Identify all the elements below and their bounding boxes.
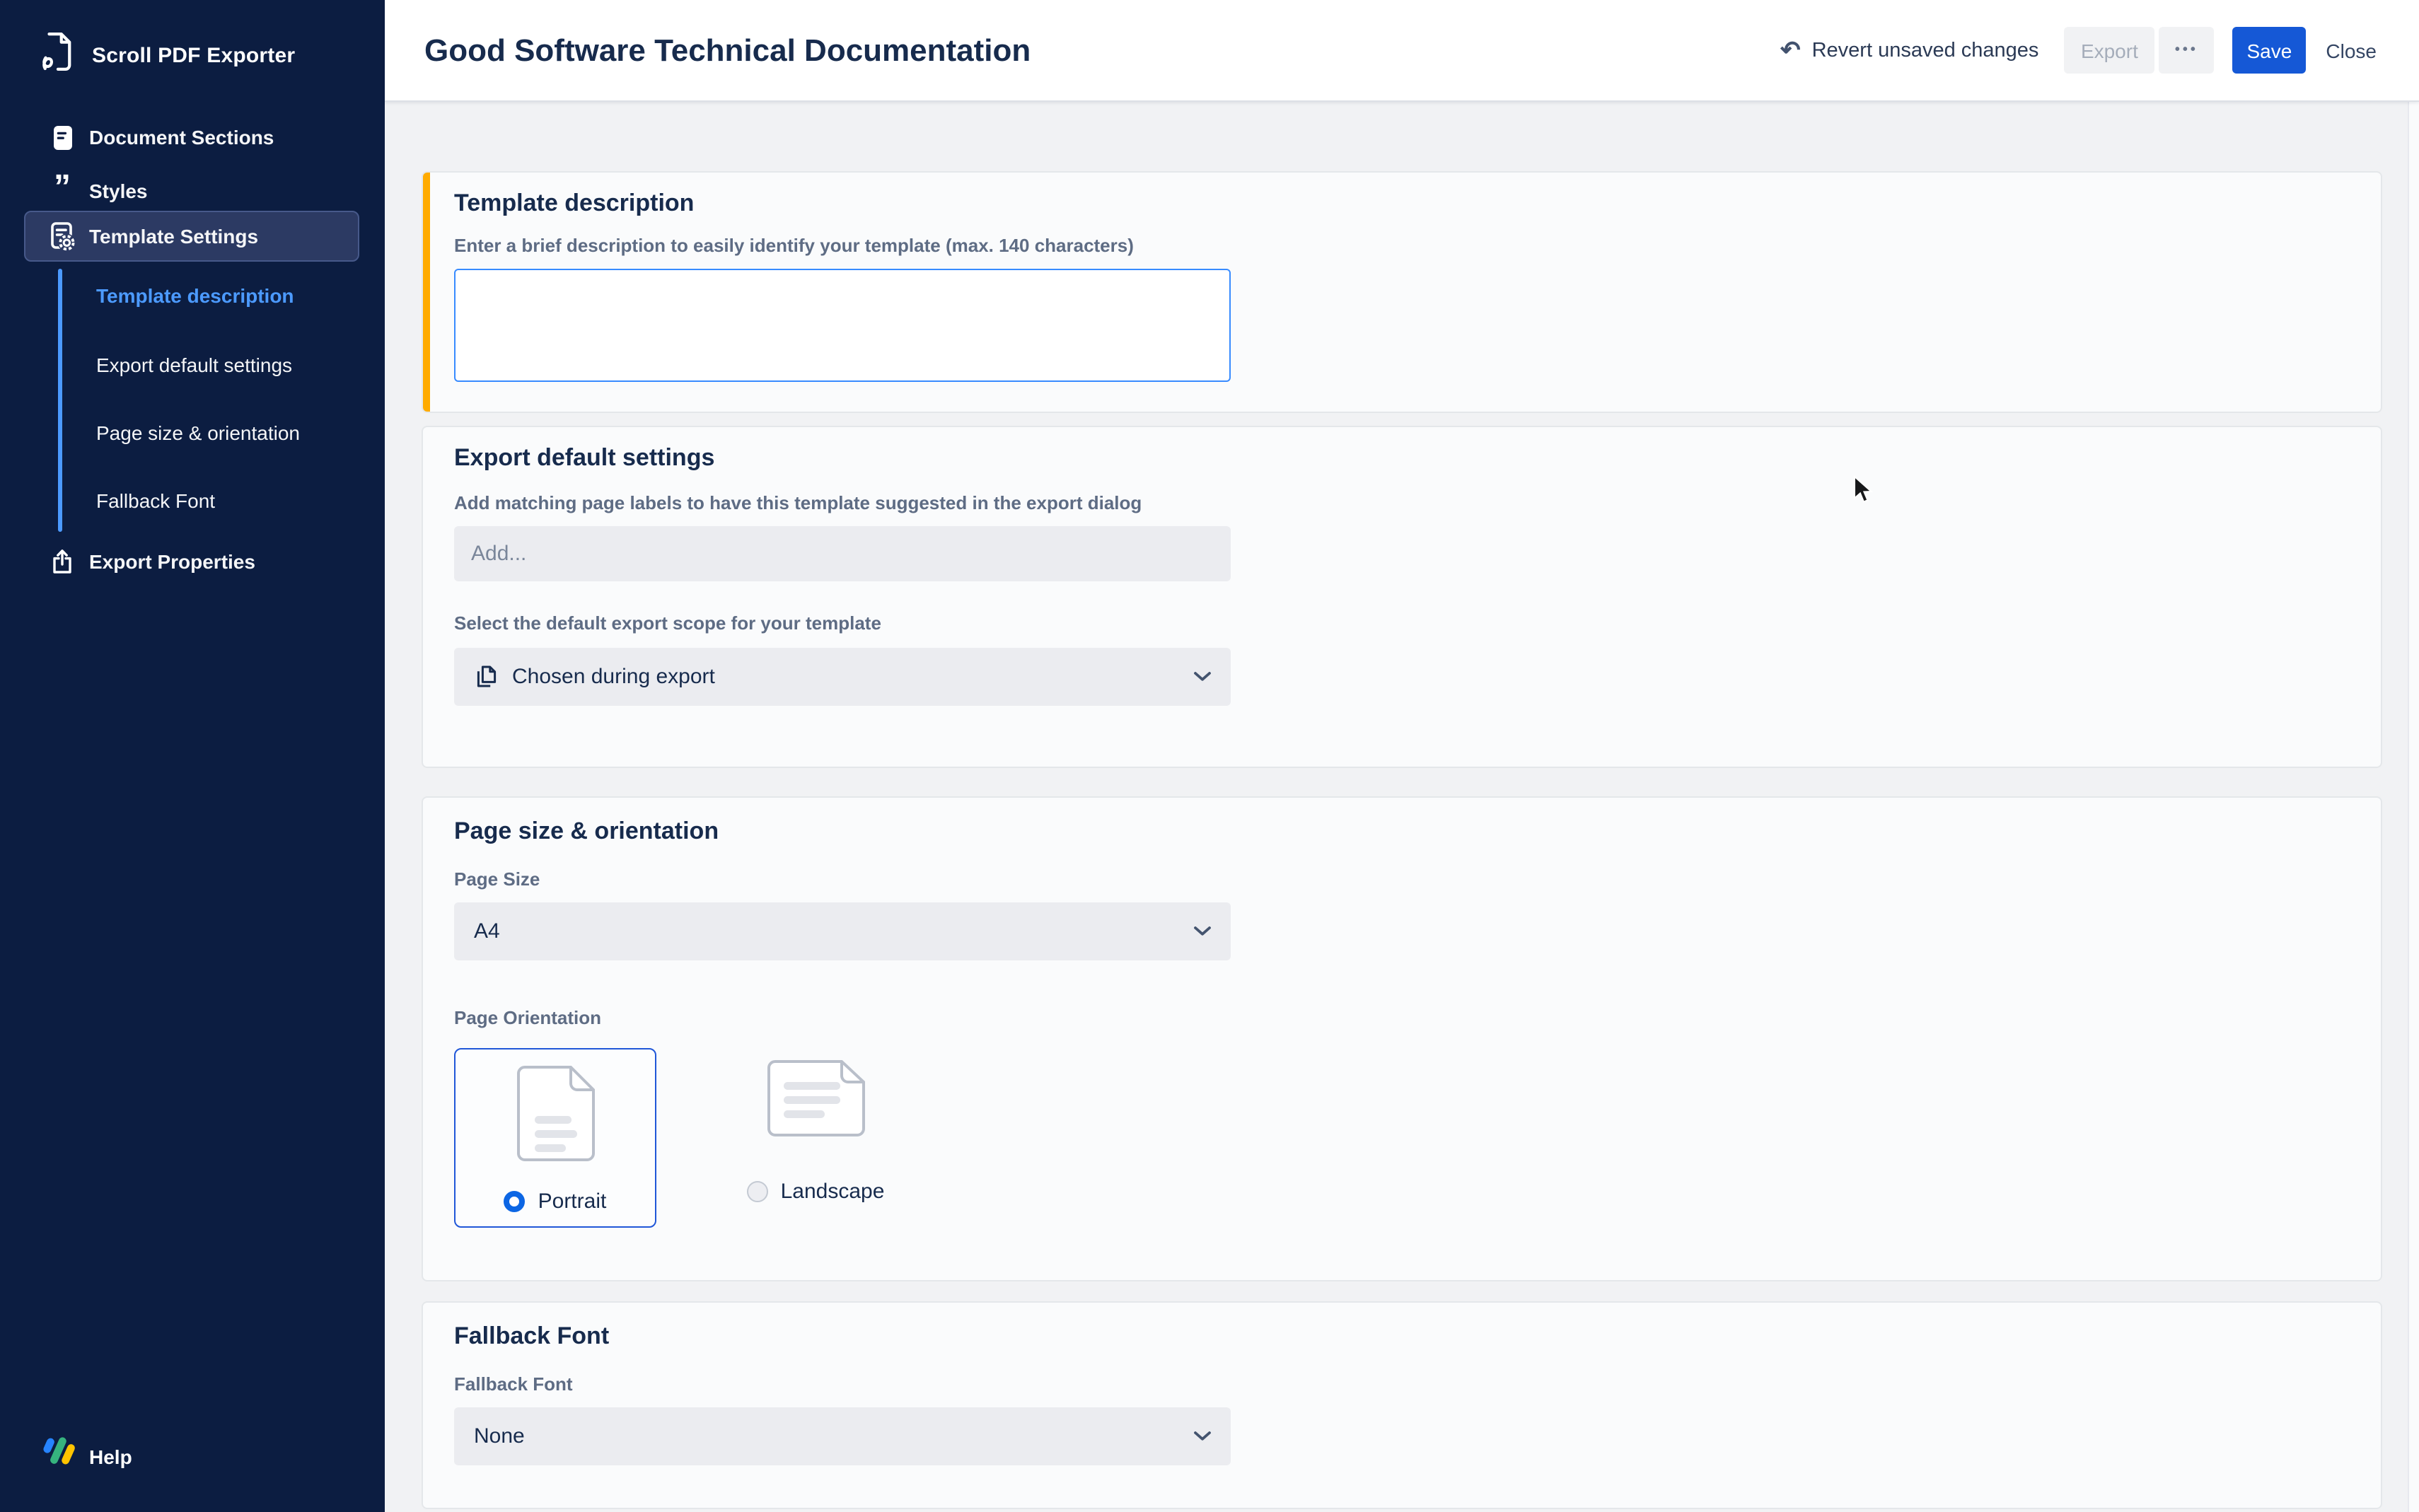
landscape-page-icon: [766, 1059, 865, 1144]
vertical-scrollbar[interactable]: [2408, 102, 2419, 1512]
section-fallback-font: Fallback Font Fallback Font None: [423, 1303, 2381, 1508]
orientation-options: Portrait Lan: [454, 1048, 2381, 1228]
fallback-font-value: None: [474, 1424, 525, 1448]
help-button[interactable]: Help: [41, 1436, 132, 1477]
header-actions: ↶ Revert unsaved changes Export ••• Save…: [1780, 27, 2377, 74]
section-export-default-settings: Export default settings Add matching pag…: [423, 427, 2381, 767]
sidebar-item-export-properties[interactable]: Export Properties: [0, 545, 385, 578]
section-title: Export default settings: [454, 444, 2381, 472]
sidebar-item-styles[interactable]: ” Styles: [0, 174, 385, 208]
sidebar-subitem-template-description[interactable]: Template description: [96, 281, 294, 310]
portrait-label: Portrait: [538, 1190, 607, 1214]
help-label: Help: [89, 1445, 132, 1467]
sidebar-subitem-page-size-orientation[interactable]: Page size & orientation: [96, 419, 300, 447]
export-scope-hint: Select the default export scope for your…: [454, 612, 2381, 635]
landscape-label: Landscape: [781, 1180, 885, 1204]
portrait-radio-row: Portrait: [504, 1190, 607, 1214]
template-description-hint: Enter a brief description to easily iden…: [454, 235, 2381, 257]
subnav-tree-line: [58, 269, 62, 532]
page-labels-hint: Add matching page labels to have this te…: [454, 492, 2381, 515]
orientation-option-landscape[interactable]: Landscape: [714, 1048, 917, 1228]
export-scope-select[interactable]: Chosen during export: [454, 648, 1231, 706]
export-scope-value: Chosen during export: [512, 665, 715, 689]
sidebar-subitem-fallback-font[interactable]: Fallback Font: [96, 487, 215, 515]
template-settings-icon: [48, 221, 76, 251]
section-title: Page size & orientation: [454, 818, 2381, 846]
section-page-size-orientation: Page size & orientation Page Size A4 Pag…: [423, 798, 2381, 1280]
close-button[interactable]: Close: [2326, 27, 2377, 74]
landscape-radio-row: Landscape: [747, 1180, 885, 1204]
more-options-button[interactable]: •••: [2159, 27, 2214, 74]
chevron-down-icon: [1194, 926, 1211, 936]
section-title: Fallback Font: [454, 1322, 2381, 1351]
page-labels-input[interactable]: [454, 526, 1231, 581]
export-share-icon: [48, 549, 76, 574]
sidebar-item-label: Template Settings: [89, 225, 258, 248]
pdf-file-icon: [41, 31, 74, 79]
active-section-accent-bar: [423, 173, 429, 412]
app-logo-row: Scroll PDF Exporter: [41, 31, 295, 79]
save-button[interactable]: Save: [2232, 27, 2306, 74]
chevron-down-icon: [1194, 672, 1211, 682]
header: Good Software Technical Documentation ↶ …: [385, 0, 2419, 102]
sidebar-item-label: Export Properties: [89, 550, 255, 573]
landscape-radio-unselected[interactable]: [747, 1181, 768, 1202]
chevron-down-icon: [1194, 1431, 1211, 1441]
section-title: Template description: [454, 190, 2381, 218]
sidebar: Scroll PDF Exporter Document Sections ” …: [0, 0, 385, 1512]
page-size-label: Page Size: [454, 868, 2381, 891]
app-name: Scroll PDF Exporter: [92, 43, 295, 67]
fallback-font-select[interactable]: None: [454, 1407, 1231, 1465]
portrait-radio-selected[interactable]: [504, 1191, 526, 1212]
quote-styles-icon: ”: [48, 181, 76, 201]
sidebar-item-label: Styles: [89, 180, 148, 202]
pages-copy-icon: [474, 665, 498, 689]
undo-icon: ↶: [1780, 38, 1801, 62]
section-template-description: Template description Enter a brief descr…: [423, 173, 2381, 412]
page-title: Good Software Technical Documentation: [424, 32, 1031, 69]
export-button[interactable]: Export: [2064, 27, 2154, 74]
k15t-help-icon: [41, 1436, 78, 1477]
page-size-value: A4: [474, 919, 500, 943]
template-description-textarea[interactable]: [454, 269, 1231, 382]
fallback-font-label: Fallback Font: [454, 1373, 2381, 1396]
document-sections-icon: [48, 124, 76, 151]
page-orientation-label: Page Orientation: [454, 1007, 2381, 1030]
sidebar-item-document-sections[interactable]: Document Sections: [0, 120, 385, 154]
page-size-select[interactable]: A4: [454, 902, 1231, 960]
sidebar-item-label: Document Sections: [89, 126, 274, 149]
mouse-cursor: [1853, 475, 1873, 511]
app-window: Scroll PDF Exporter Document Sections ” …: [0, 0, 2419, 1512]
portrait-page-icon: [516, 1065, 595, 1170]
revert-unsaved-changes-button[interactable]: ↶ Revert unsaved changes: [1780, 38, 2038, 62]
orientation-option-portrait[interactable]: Portrait: [454, 1048, 656, 1228]
main-content: Template description Enter a brief descr…: [385, 102, 2419, 1512]
sidebar-subitem-export-default-settings[interactable]: Export default settings: [96, 351, 292, 379]
sidebar-item-template-settings[interactable]: Template Settings: [24, 211, 359, 262]
